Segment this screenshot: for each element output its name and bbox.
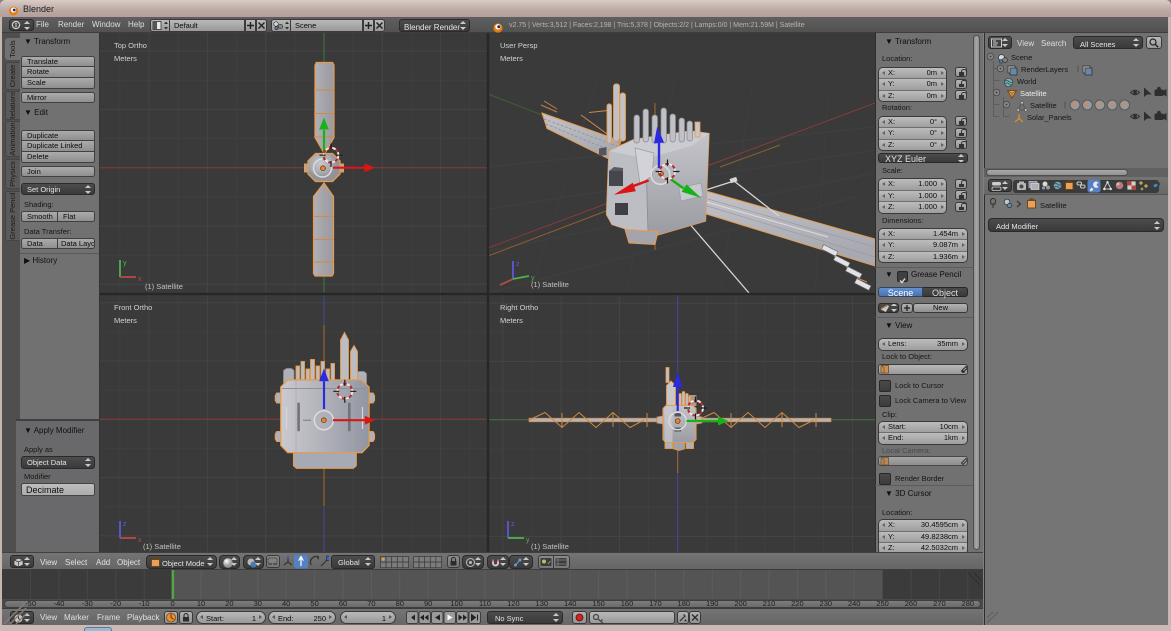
svg-text:(1) Satellite: (1) Satellite: [531, 542, 569, 551]
svg-text:-20: -20: [110, 599, 121, 608]
svg-text:z: z: [123, 521, 127, 528]
svg-text:Front Ortho: Front Ortho: [114, 303, 152, 312]
svg-text:160: 160: [621, 599, 634, 608]
svg-text:(1) Satellite: (1) Satellite: [531, 280, 569, 289]
svg-text:40: 40: [282, 599, 290, 608]
svg-text:190: 190: [706, 599, 719, 608]
svg-text:x: x: [138, 537, 142, 544]
svg-text:y: y: [531, 275, 535, 282]
svg-text:60: 60: [339, 599, 347, 608]
svg-text:110: 110: [479, 599, 491, 608]
svg-text:10: 10: [197, 599, 205, 608]
svg-text:120: 120: [507, 599, 520, 608]
svg-text:140: 140: [564, 599, 577, 608]
svg-text:150: 150: [592, 599, 605, 608]
svg-text:180: 180: [678, 599, 691, 608]
svg-text:y: y: [123, 260, 127, 267]
svg-text:250: 250: [876, 599, 889, 608]
svg-text:70: 70: [367, 599, 375, 608]
svg-text:-30: -30: [82, 599, 93, 608]
svg-text:240: 240: [848, 599, 861, 608]
svg-text:50: 50: [310, 599, 318, 608]
svg-text:(1) Satellite: (1) Satellite: [143, 542, 181, 551]
svg-text:100: 100: [450, 599, 463, 608]
svg-text:Meters: Meters: [114, 316, 137, 325]
svg-text:270: 270: [933, 599, 946, 608]
svg-text:80: 80: [396, 599, 404, 608]
svg-text:Meters: Meters: [500, 316, 523, 325]
svg-text:230: 230: [820, 599, 833, 608]
svg-text:Right Ortho: Right Ortho: [500, 303, 538, 312]
svg-text:220: 220: [791, 599, 804, 608]
svg-text:170: 170: [649, 599, 662, 608]
svg-text:Meters: Meters: [114, 54, 137, 63]
svg-text:210: 210: [763, 599, 776, 608]
svg-text:-40: -40: [54, 599, 65, 608]
svg-text:(1) Satellite: (1) Satellite: [145, 282, 183, 291]
svg-text:User Persp: User Persp: [500, 41, 538, 50]
svg-text:x: x: [138, 276, 142, 283]
svg-text:280: 280: [962, 599, 975, 608]
svg-text:Meters: Meters: [500, 54, 523, 63]
svg-text:z: z: [511, 521, 515, 528]
svg-text:Top Ortho: Top Ortho: [114, 41, 147, 50]
svg-text:y: y: [526, 537, 530, 544]
svg-text:260: 260: [905, 599, 918, 608]
svg-text:z: z: [516, 261, 520, 268]
svg-text:200: 200: [734, 599, 747, 608]
svg-text:30: 30: [254, 599, 262, 608]
svg-text:130: 130: [536, 599, 549, 608]
svg-text:20: 20: [225, 599, 233, 608]
svg-text:0: 0: [171, 599, 175, 608]
svg-text:-10: -10: [139, 599, 150, 608]
svg-text:90: 90: [424, 599, 432, 608]
